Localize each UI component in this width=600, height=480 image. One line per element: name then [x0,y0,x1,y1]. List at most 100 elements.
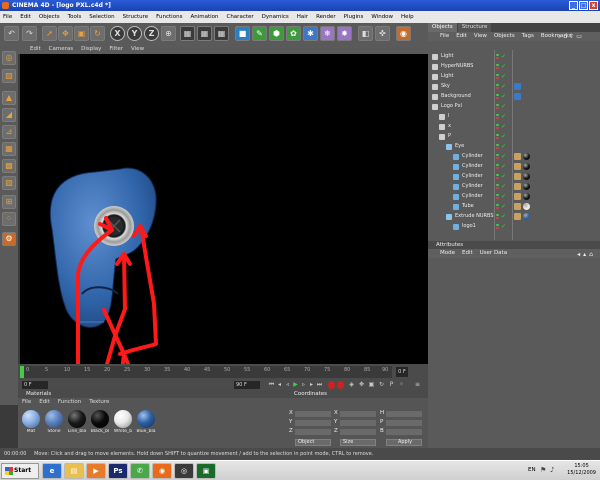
objects-menu-objects[interactable]: Objects [494,32,515,41]
tab-structure[interactable]: Structure [457,23,492,32]
prev-key-icon[interactable]: ◂ [276,381,283,389]
cinema4d-taskbar-icon[interactable]: ◎ [174,463,194,479]
tweak-mode-icon[interactable]: ⊞ [2,195,16,209]
scale-key-icon[interactable]: ▣ [368,381,375,389]
coord-pos-x-field[interactable] [295,411,331,417]
keyframe-selection-icon[interactable]: ◈ [348,381,355,389]
3d-viewport[interactable] [20,54,428,364]
enable-checkmark-icon[interactable]: ✓ [501,143,506,150]
coord-size-z-field[interactable] [340,429,376,435]
attributes-menu-user-data[interactable]: User Data [480,249,507,258]
texture-tag-icon[interactable] [514,83,521,90]
objects-menu-edit[interactable]: Edit [456,32,467,41]
photoshop-icon[interactable]: Ps [108,463,128,479]
coord-mode-dropdown[interactable]: Object [295,439,331,446]
enable-checkmark-icon[interactable]: ✓ [501,103,506,110]
visibility-dots[interactable] [496,134,499,140]
viewport-menu-view[interactable]: View [131,45,144,54]
visibility-dots[interactable] [496,204,499,210]
menu-functions[interactable]: Functions [156,11,182,23]
media-player-icon[interactable]: ▶ [86,463,106,479]
coord-size-x-field[interactable] [340,411,376,417]
next-frame-icon[interactable]: ▹ [300,381,307,389]
menu-structure[interactable]: Structure [123,11,149,23]
object-tree-row[interactable]: Cylinder ✓ [428,192,600,201]
material-swatch[interactable]: Stone [43,410,65,434]
scale-icon[interactable]: ▣ [74,26,89,41]
object-tree-row[interactable]: Tube ✓ [428,202,600,211]
materials-menu-texture[interactable]: Texture [89,398,109,406]
volume-icon[interactable]: ♪ [550,466,554,474]
material-tag-icon[interactable] [523,193,530,200]
axis-x-button[interactable]: X [110,26,125,41]
object-tree-row[interactable]: Sky ✓ [428,82,600,91]
tray-flag-icon[interactable]: ⚑ [540,466,546,474]
undo-icon[interactable]: ↶ [4,26,19,41]
render-view-icon[interactable]: ▦ [180,26,195,41]
menu-tools[interactable]: Tools [68,11,82,23]
pen-spline-icon[interactable]: ✎ [252,26,267,41]
internet-explorer-icon[interactable]: e [42,463,62,479]
enable-checkmark-icon[interactable]: ✓ [501,93,506,100]
visibility-dots[interactable] [496,114,499,120]
texture-tag-icon[interactable] [514,93,521,100]
object-tree-row[interactable]: Background ✓ [428,92,600,101]
render-active-icon[interactable]: ◉ [396,26,411,41]
go-to-end-icon[interactable]: ⏭ [316,381,323,389]
menu-dynamics[interactable]: Dynamics [262,11,289,23]
enable-checkmark-icon[interactable]: ✓ [501,73,506,80]
render-settings-icon[interactable]: ▦ [214,26,229,41]
object-tree-row[interactable]: Cylinder ✓ [428,162,600,171]
playhead[interactable] [20,366,24,378]
live-select-icon[interactable]: ➚ [42,26,57,41]
viewport-menu-cameras[interactable]: Cameras [49,45,73,54]
clock[interactable]: 15:05 15/12/2009 [567,463,596,477]
scene-icon[interactable]: ✸ [337,26,352,41]
visibility-dots[interactable] [496,64,499,70]
attributes-nav-icons[interactable]: ◂▴⌂ [577,250,596,259]
materials-menu-file[interactable]: File [22,398,31,406]
enable-checkmark-icon[interactable]: ✓ [501,203,506,210]
object-tree-row[interactable]: Cylinder ✓ [428,182,600,191]
object-tree-row[interactable]: Light ✓ [428,72,600,81]
enable-checkmark-icon[interactable]: ✓ [501,173,506,180]
point-level-icon[interactable]: ⁘ [398,381,405,389]
material-tag-icon[interactable] [523,163,530,170]
model-mode-icon[interactable]: ▲ [2,91,16,105]
material-tag-icon[interactable] [523,173,530,180]
phong-tag-icon[interactable] [514,163,521,170]
materials-menu-edit[interactable]: Edit [39,398,50,406]
material-swatch[interactable]: Mat [20,410,42,434]
points-mode-icon[interactable]: ▦ [2,142,16,156]
file-explorer-icon[interactable]: ▤ [64,463,84,479]
attributes-menu-edit[interactable]: Edit [462,249,473,258]
coordinate-system-icon[interactable]: ⊕ [161,26,176,41]
enable-checkmark-icon[interactable]: ✓ [501,83,506,90]
timeline-menu-icon[interactable]: ≡ [414,381,421,389]
autokey-icon[interactable] [337,381,344,389]
object-tree-row[interactable]: Cylinder ✓ [428,172,600,181]
record-icon[interactable] [328,381,335,389]
enable-checkmark-icon[interactable]: ✓ [501,213,506,220]
menu-help[interactable]: Help [401,11,414,23]
rotation-key-icon[interactable]: ↻ [378,381,385,389]
visibility-dots[interactable] [496,94,499,100]
program-icon[interactable]: ▣ [196,463,216,479]
coord-size-dropdown[interactable]: Size [340,439,376,446]
object-mode-icon[interactable]: ◢ [2,108,16,122]
object-tree-row[interactable]: Logo Pxl ✓ [428,102,600,111]
object-tree-row[interactable]: Cylinder ✓ [428,152,600,161]
close-button[interactable]: x [589,1,598,10]
visibility-dots[interactable] [496,124,499,130]
enable-checkmark-icon[interactable]: ✓ [501,163,506,170]
menu-character[interactable]: Character [226,11,253,23]
coord-size-y-field[interactable] [340,420,376,426]
prev-frame-icon[interactable]: ◃ [284,381,291,389]
enable-checkmark-icon[interactable]: ✓ [501,123,506,130]
viewport-menu-edit[interactable]: Edit [30,45,41,54]
axis-z-button[interactable]: Z [144,26,159,41]
deformer-icon[interactable]: ✱ [303,26,318,41]
material-tag-icon[interactable] [523,213,530,220]
axis-y-button[interactable]: Y [127,26,142,41]
minimize-button[interactable]: _ [569,1,578,10]
